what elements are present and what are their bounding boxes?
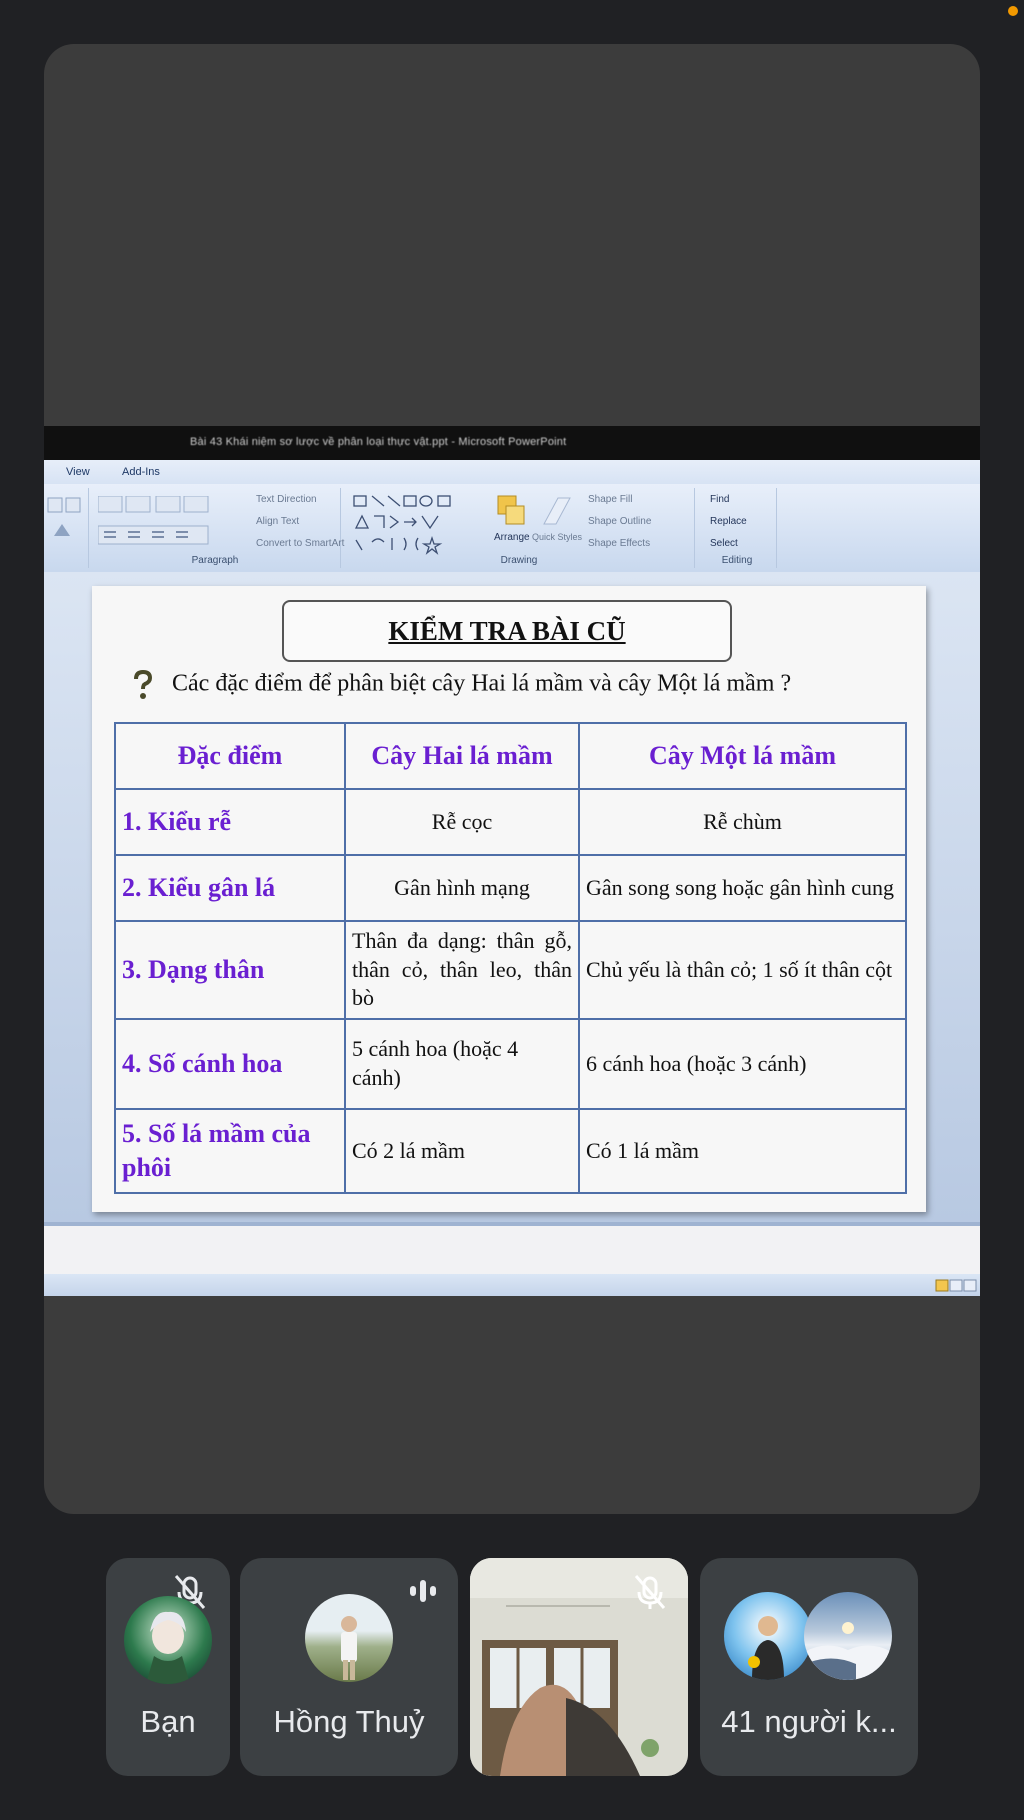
comparison-table: Đặc điểm Cây Hai lá mầm Cây Một lá mầm 1…: [114, 722, 907, 1194]
table-header-cell: Đặc điểm: [114, 722, 346, 790]
paragraph-align-icons[interactable]: [98, 496, 228, 556]
table-cell: 6 cánh hoa (hoặc 3 cánh): [578, 1018, 907, 1110]
participant-name: 41 người k...: [721, 1704, 897, 1739]
person-photo-icon: [341, 1616, 357, 1680]
align-text-button[interactable]: Align Text: [256, 516, 299, 527]
recording-indicator-dot: [1008, 6, 1018, 16]
quick-styles-icon[interactable]: [540, 494, 574, 534]
screen-share-tile[interactable]: Bài 43 Khái niệm sơ lược về phân loại th…: [44, 44, 980, 1514]
table-row: 5. Số lá mầm của phôi Có 2 lá mầm Có 1 l…: [114, 1108, 907, 1194]
slide-canvas: KIỂM TRA BÀI CŨ Các đặc điểm để phân biệ…: [44, 572, 980, 1222]
avatar: [724, 1592, 812, 1680]
participant-tile-others[interactable]: 41 người k...: [700, 1558, 918, 1776]
window-title: Bài 43 Khái niệm sơ lược về phân loại th…: [190, 436, 567, 448]
select-button[interactable]: Select: [710, 538, 738, 549]
slide-title: KIỂM TRA BÀI CŨ: [388, 616, 626, 646]
title-banner: KIỂM TRA BÀI CŨ: [282, 600, 732, 662]
slide-question: Các đặc điểm để phân biệt cây Hai lá mầm…: [132, 670, 791, 700]
editing-group-label: Editing: [721, 555, 753, 566]
font-format-icon: [47, 497, 81, 536]
menu-view[interactable]: View: [66, 466, 90, 478]
drawing-group-label: Drawing: [500, 555, 538, 566]
find-button[interactable]: Find: [710, 494, 729, 505]
arrange-button[interactable]: Arrange: [494, 532, 530, 543]
shape-effects-button[interactable]: Shape Effects: [588, 538, 650, 549]
convert-smartart-button[interactable]: Convert to SmartArt: [256, 538, 344, 549]
ppt-statusbar: [44, 1274, 980, 1296]
ribbon-paragraph-group: Text Direction Align Text Convert to Sma…: [90, 488, 344, 568]
participant-tile-you[interactable]: Bạn: [106, 1558, 230, 1776]
table-cell: Rễ chùm: [578, 788, 907, 856]
table-cell: Chủ yếu là thân cỏ; 1 số ít thân cột: [578, 920, 907, 1020]
table-cell: Rễ cọc: [344, 788, 580, 856]
mic-off-icon: [634, 1575, 666, 1609]
paragraph-group-label: Paragraph: [191, 555, 239, 566]
table-row: 4. Số cánh hoa 5 cánh hoa (hoặc 4 cánh) …: [114, 1018, 907, 1110]
table-header-cell: Cây Một lá mầm: [578, 722, 907, 790]
table-header-cell: Cây Hai lá mầm: [344, 722, 580, 790]
table-row: 2. Kiểu gân lá Gân hình mạng Gân song so…: [114, 854, 907, 922]
shapes-gallery-icon[interactable]: [352, 492, 482, 556]
slide: KIỂM TRA BÀI CŨ Các đặc điểm để phân biệ…: [92, 586, 926, 1212]
table-cell: Có 1 lá mầm: [578, 1108, 907, 1194]
arrange-icon[interactable]: [494, 492, 530, 532]
participant-tile-video[interactable]: [470, 1558, 688, 1776]
person-avatar-icon: [748, 1616, 784, 1680]
table-cell: Thân đa dạng: thân gỗ, thân cỏ, thân leo…: [344, 920, 580, 1020]
shape-outline-button[interactable]: Shape Outline: [588, 516, 651, 527]
text-direction-button[interactable]: Text Direction: [256, 494, 317, 505]
ribbon-editing-group: Find Replace Select Editing: [698, 488, 777, 568]
table-row: 3. Dạng thân Thân đa dạng: thân gỗ, thân…: [114, 920, 907, 1020]
speaking-indicator-icon: [410, 1580, 436, 1602]
table-cell: 5 cánh hoa (hoặc 4 cánh): [344, 1018, 580, 1110]
participant-tile-hong-thuy[interactable]: Hồng Thuỷ: [240, 1558, 458, 1776]
ribbon-font-group-partial: [44, 488, 89, 568]
table-cell: Gân song song hoặc gân hình cung: [578, 854, 907, 922]
shared-screen: Bài 43 Khái niệm sơ lược về phân loại th…: [44, 426, 980, 1296]
table-header-row: Đặc điểm Cây Hai lá mầm Cây Một lá mầm: [114, 722, 907, 790]
menu-add-ins[interactable]: Add-Ins: [122, 466, 160, 478]
table-row: 1. Kiểu rễ Rễ cọc Rễ chùm: [114, 788, 907, 856]
shape-fill-button[interactable]: Shape Fill: [588, 494, 632, 505]
table-cell-feature: 1. Kiểu rễ: [114, 788, 346, 856]
ribbon-drawing-group: Arrange Quick Styles Shape Fill Shape Ou…: [344, 488, 695, 568]
replace-button[interactable]: Replace: [710, 516, 747, 527]
table-cell: Gân hình mạng: [344, 854, 580, 922]
question-mark-icon: [134, 670, 153, 699]
landscape-avatar-icon: [804, 1622, 892, 1680]
participant-name: Hồng Thuỷ: [273, 1704, 425, 1739]
quick-styles-button[interactable]: Quick Styles: [532, 532, 582, 542]
avatar: [804, 1592, 892, 1680]
anime-avatar-icon: [146, 1611, 190, 1684]
window-titlebar: Bài 43 Khái niệm sơ lược về phân loại th…: [44, 426, 980, 460]
ppt-menubar: View Add-Ins: [44, 460, 980, 485]
table-cell: Có 2 lá mầm: [344, 1108, 580, 1194]
avatar: [124, 1596, 212, 1684]
ppt-ribbon: Text Direction Align Text Convert to Sma…: [44, 484, 980, 573]
question-text: Các đặc điểm để phân biệt cây Hai lá mầm…: [172, 670, 792, 697]
notes-pane[interactable]: [44, 1222, 980, 1278]
table-cell-feature: 4. Số cánh hoa: [114, 1018, 346, 1110]
table-cell-feature: 2. Kiểu gân lá: [114, 854, 346, 922]
table-cell-feature: 5. Số lá mầm của phôi: [114, 1108, 346, 1194]
participant-name: Bạn: [140, 1704, 196, 1739]
table-cell-feature: 3. Dạng thân: [114, 920, 346, 1020]
view-buttons-icon[interactable]: [934, 1279, 978, 1293]
avatar: [305, 1594, 393, 1682]
